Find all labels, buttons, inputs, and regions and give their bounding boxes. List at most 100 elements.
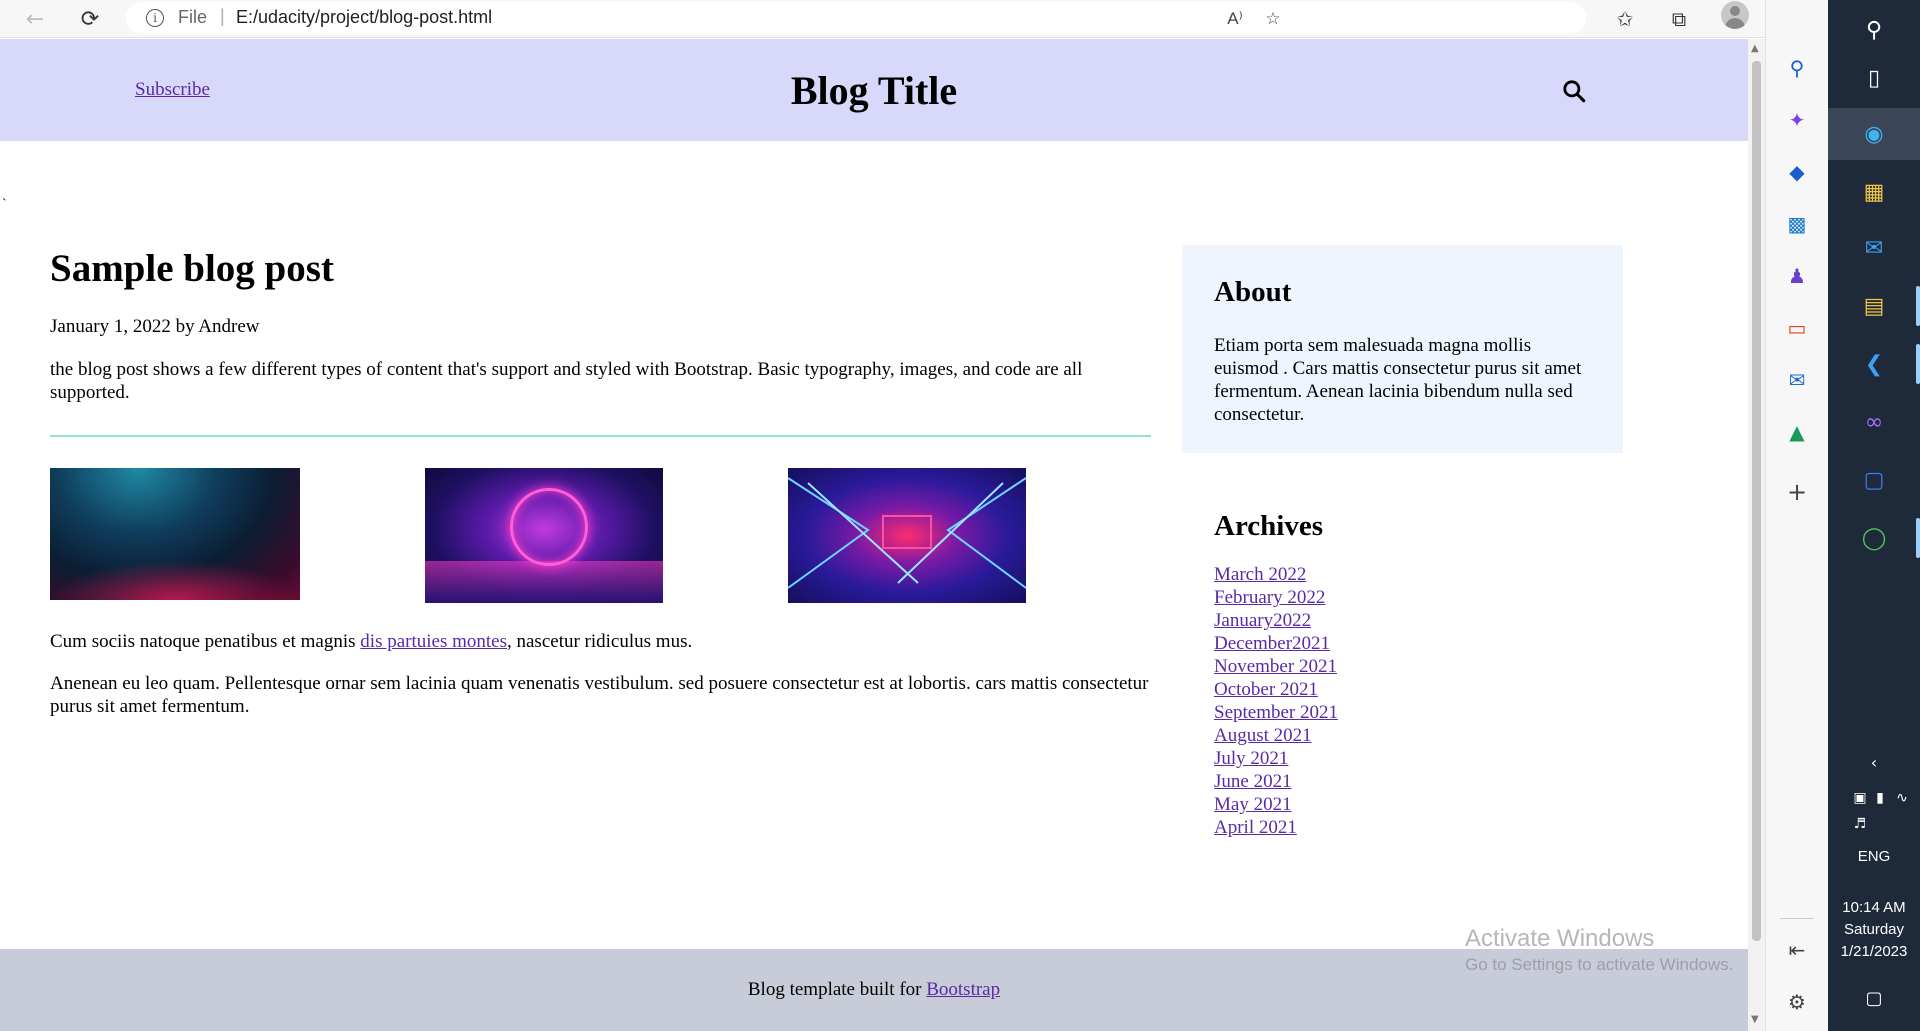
bootstrap-link[interactable]: Bootstrap [926,979,1000,1000]
visual-studio-icon[interactable]: ∞ [1852,400,1896,444]
input-language[interactable]: ENG [1828,848,1920,865]
archive-item: June 2021 [1214,770,1614,793]
archive-item: July 2021 [1214,747,1614,770]
about-box: About Etiam porta sem malesuada magna mo… [1182,245,1623,453]
add-sidebar-app-icon[interactable]: + [1781,476,1813,508]
vscode-running-indicator [1916,344,1920,384]
back-arrow-icon: ← [25,6,45,32]
archive-link[interactable]: April 2021 [1214,817,1297,838]
wifi-icon[interactable]: ∿ [1880,776,1920,820]
refresh-button[interactable]: ⟳ [73,2,107,36]
archive-item: August 2021 [1214,724,1614,747]
archive-list: March 2022 February 2022 January2022 Dec… [1214,563,1614,839]
search-taskbar-icon[interactable]: ⚲ [1852,8,1896,52]
paragraph-1-text: Cum sociis natoque penatibus et magnis [50,631,361,652]
edge-browser-icon[interactable]: ◉ [1852,112,1896,156]
refresh-icon: ⟳ [80,6,100,32]
post-divider [50,435,1151,437]
games-icon[interactable]: ♟ [1781,260,1813,292]
back-button[interactable]: ← [18,2,52,36]
vscode-icon[interactable]: ❮ [1852,342,1896,386]
url-text[interactable]: E:/udacity/project/blog-post.html [236,7,492,28]
scroll-thumb[interactable] [1752,61,1761,941]
collections-icon[interactable]: ⧉ [1662,2,1696,36]
info-icon[interactable]: i [146,9,164,27]
archive-link[interactable]: September 2021 [1214,702,1338,723]
watermark-title: Activate Windows [1465,925,1655,952]
split-screen-icon[interactable]: ⇤ [1781,934,1813,966]
archive-link[interactable]: May 2021 [1214,794,1292,815]
edge-sidebar: ⚲ ✦ ◆ ▩ ♟ ▭ ✉ ▲ + ⇤ ⚙ [1765,0,1828,1031]
profile-avatar[interactable] [1721,1,1749,29]
site-header: Subscribe Blog Title [0,39,1748,141]
drop-icon[interactable]: ▲ [1781,416,1813,448]
address-bar[interactable]: i File | E:/udacity/project/blog-post.ht… [126,2,1586,34]
read-aloud-icon[interactable]: A⁾ [1222,6,1248,32]
store-icon[interactable]: ▦ [1852,170,1896,214]
archive-link[interactable]: October 2021 [1214,679,1318,700]
page-scrollbar[interactable]: ▲ ▼ [1748,39,1765,1031]
explorer-running-indicator [1916,286,1920,326]
copilot-icon[interactable]: ✦ [1781,104,1813,136]
search-icon[interactable] [1561,78,1587,104]
clock-time: 10:14 AM [1842,899,1906,916]
dis-partuies-montes-link[interactable]: dis partuies montes [360,631,507,652]
stray-backtick: ` [2,197,7,212]
browser-toolbar: ← ⟳ i File | E:/udacity/project/blog-pos… [0,0,1828,38]
office-icon[interactable]: ▭ [1781,312,1813,344]
archives-heading: Archives [1214,510,1324,542]
watermark-subtitle: Go to Settings to activate Windows. [1465,955,1734,974]
file-explorer-icon[interactable]: ▤ [1852,284,1896,328]
footer-text: Blog template built for Bootstrap [0,979,1748,1001]
scroll-up-arrow-icon[interactable]: ▲ [1751,43,1759,54]
windows-taskbar: ⚲ ▯ ◉ ▦ ✉ ▤ ❮ ∞ ▢ ◯ ‹ ▣ ▮ ∿ ♬ ENG 10:14 … [1828,0,1920,1031]
mail-icon[interactable]: ✉ [1852,226,1896,270]
activate-windows-watermark: Activate Windows Go to Settings to activ… [1465,924,1733,976]
archive-item: May 2021 [1214,793,1614,816]
search-sidebar-icon[interactable]: ⚲ [1781,52,1813,84]
address-separator: | [220,6,225,26]
archive-item: November 2021 [1214,655,1614,678]
code-tool-icon[interactable]: ▢ [1852,458,1896,502]
post-image-3 [788,468,1026,603]
settings-gear-icon[interactable]: ⚙ [1781,986,1813,1018]
tools-icon[interactable]: ▩ [1781,208,1813,240]
archive-item: April 2021 [1214,816,1614,839]
archive-link[interactable]: August 2021 [1214,725,1312,746]
outlook-icon[interactable]: ✉ [1781,364,1813,396]
about-text: Etiam porta sem malesuada magna mollis e… [1214,335,1582,425]
archive-item: March 2022 [1214,563,1614,586]
notifications-icon[interactable]: ▢ [1852,976,1896,1020]
archive-link[interactable]: November 2021 [1214,656,1337,677]
taskbar-clock[interactable]: 10:14 AM Saturday 1/21/2023 [1828,897,1920,963]
neon-corridor-lines [788,477,1026,589]
image-row [50,468,1152,604]
sidebar-divider [1780,918,1814,919]
favorites-icon[interactable]: ✩ [1608,2,1642,36]
archive-link[interactable]: June 2021 [1214,771,1292,792]
add-favorite-icon[interactable]: ☆ [1260,6,1286,32]
archive-link[interactable]: March 2022 [1214,564,1306,585]
archive-link[interactable]: July 2021 [1214,748,1288,769]
volume-icon[interactable]: ♬ [1838,802,1882,846]
chrome-running-indicator [1916,518,1920,558]
scroll-down-arrow-icon[interactable]: ▼ [1751,1014,1759,1025]
post-paragraph-1: Cum sociis natoque penatibus et magnis d… [50,630,1152,653]
post-paragraph-2: Anenean eu leo quam. Pellentesque ornar … [50,673,1149,717]
file-scheme-label: File [178,7,208,27]
archive-item: February 2022 [1214,586,1614,609]
archive-item: October 2021 [1214,678,1614,701]
shopping-tag-icon[interactable]: ◆ [1781,156,1813,188]
task-view-icon[interactable]: ▯ [1852,56,1896,100]
archive-link[interactable]: December2021 [1214,633,1330,654]
post-meta: January 1, 2022 by Andrew [50,316,260,337]
chrome-icon[interactable]: ◯ [1852,516,1896,560]
neon-floor-reflection [425,561,663,603]
post-intro: the blog post shows a few different type… [50,359,1083,403]
page-viewport: Subscribe Blog Title ` Sample blog post … [0,39,1748,1031]
site-title: Blog Title [790,68,958,113]
blog-post: Sample blog post January 1, 2022 by Andr… [50,247,1152,718]
archive-link[interactable]: February 2022 [1214,587,1325,608]
paragraph-1-text-end: , nascetur ridiculus mus. [507,631,693,652]
archive-link[interactable]: January2022 [1214,610,1311,631]
